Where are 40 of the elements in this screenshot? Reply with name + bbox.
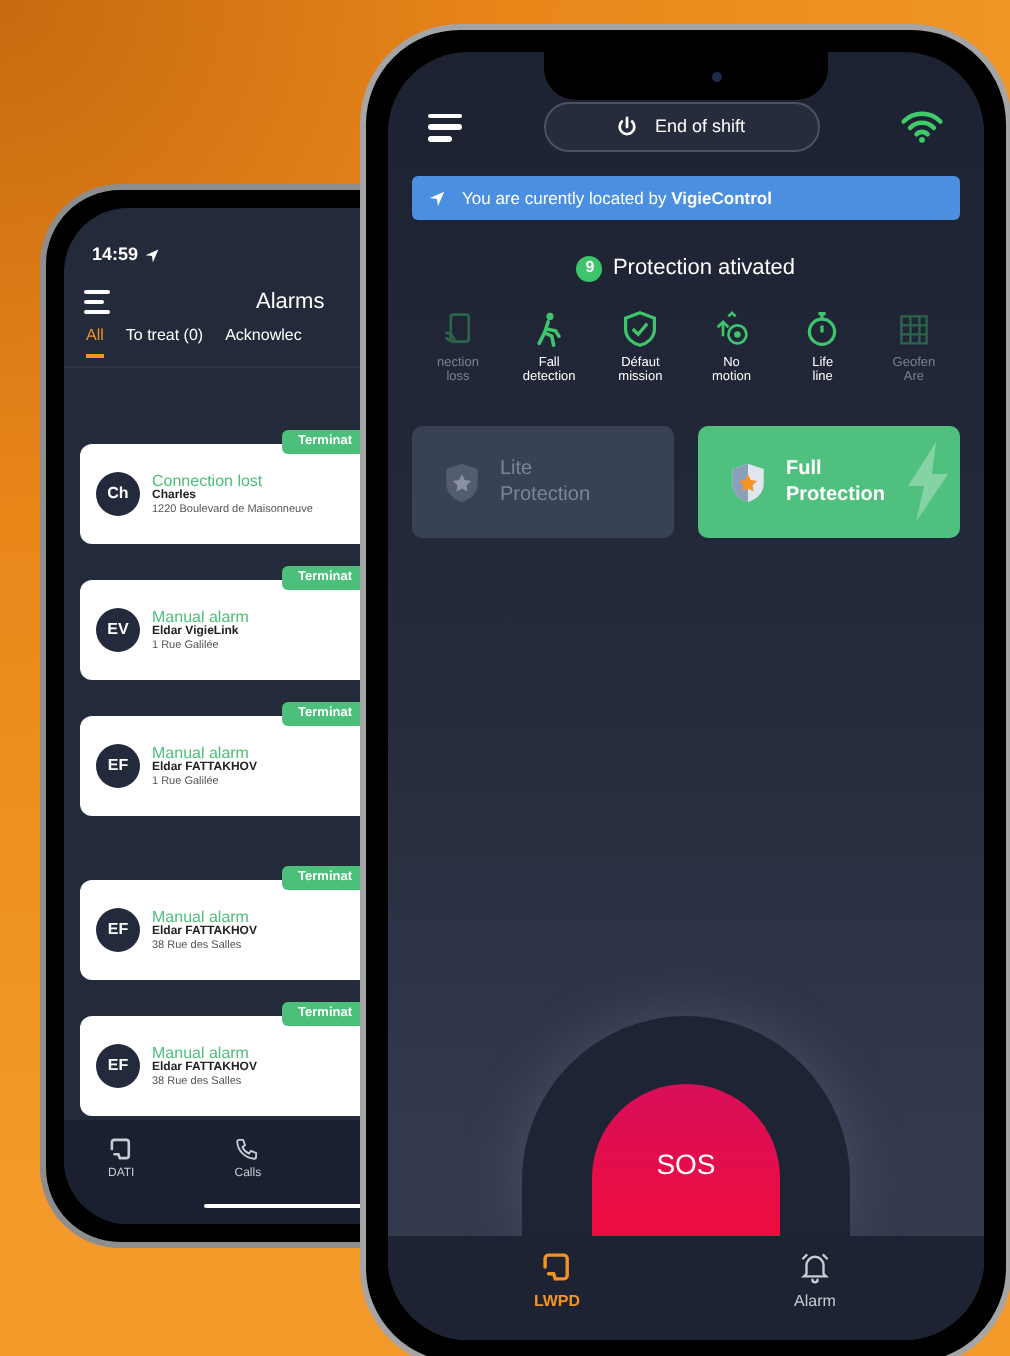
grid-map-icon: [895, 309, 932, 347]
menu-button[interactable]: [84, 290, 112, 314]
lightning-bolt-icon: [908, 442, 948, 523]
alarm-type: Connection lost: [152, 471, 265, 490]
phone-signal-icon: [440, 309, 476, 347]
tab[interactable]: To treat (0): [125, 324, 204, 358]
count-badge: 9: [576, 255, 603, 282]
nav-tab[interactable]: Alarm: [755, 1250, 875, 1314]
protection-status: Protection ativated: [612, 254, 796, 284]
status-time: 14:59: [92, 242, 139, 269]
nav-tab[interactable]: LWPD: [497, 1250, 617, 1314]
phone-device-icon: [108, 1136, 135, 1162]
alarm-type: Manual alarm: [152, 743, 249, 762]
bell-icon: [798, 1250, 832, 1284]
location-arrow-icon: [428, 189, 446, 207]
end-of-shift-button[interactable]: End of shift: [543, 102, 819, 152]
avatar-initials: EF: [96, 1044, 140, 1088]
shield-star-icon: [444, 461, 480, 504]
tab[interactable]: All: [86, 324, 104, 358]
wifi-icon: [900, 110, 944, 144]
camera-lens: [711, 71, 721, 81]
avatar-initials: EF: [96, 744, 140, 788]
shield-star-icon: [730, 461, 766, 504]
screen-title: Alarms: [256, 287, 325, 318]
power-icon: [616, 116, 639, 138]
alarm-type: Manual alarm: [152, 607, 249, 626]
avatar-initials: Ch: [96, 472, 140, 516]
avatar-initials: EV: [96, 608, 140, 652]
shield-check-icon: [622, 309, 659, 347]
alarm-type: Manual alarm: [152, 907, 249, 926]
avatar-initials: EF: [96, 908, 140, 952]
location-arrow-icon: [144, 248, 161, 264]
motion-sensor-icon: [713, 309, 750, 347]
alarm-type: Manual alarm: [152, 1043, 249, 1062]
stopwatch-icon: [804, 309, 841, 347]
menu-button[interactable]: [428, 113, 462, 141]
location-text: You are curently located by VigieControl: [462, 185, 772, 211]
tab[interactable]: Acknowlec: [225, 324, 302, 358]
phone-icon: [234, 1136, 261, 1162]
phone-device-icon: [540, 1250, 574, 1284]
